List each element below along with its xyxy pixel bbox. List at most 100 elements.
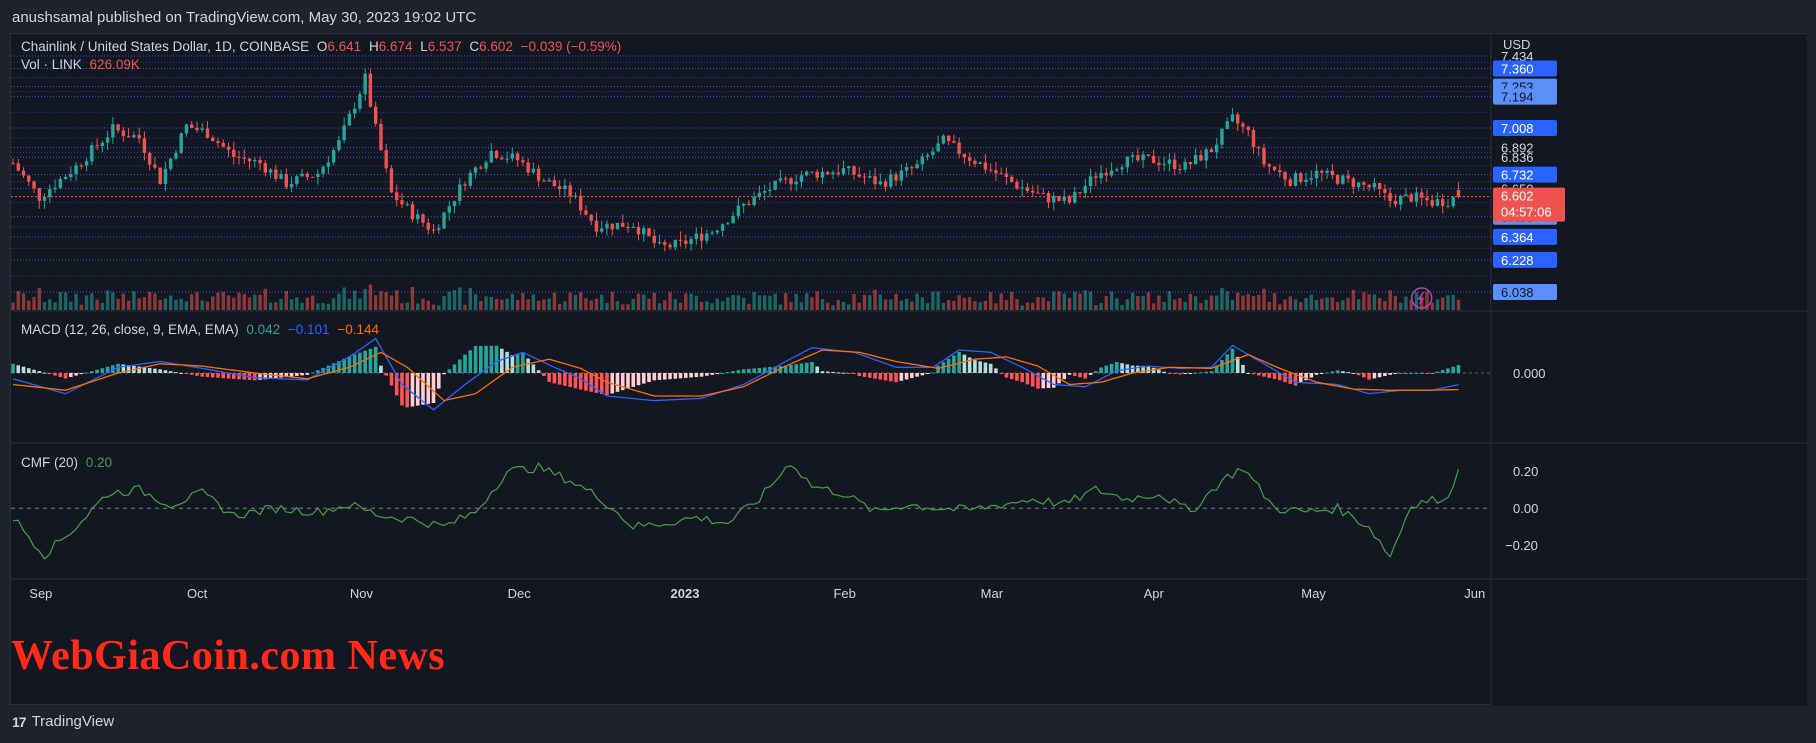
macd-histogram-bar (662, 373, 667, 380)
macd-histogram-bar (1020, 373, 1025, 383)
candle-body (205, 128, 210, 138)
candle-body (1435, 199, 1440, 206)
macd-histogram-bar (21, 366, 26, 373)
volume-bar (1204, 299, 1208, 310)
volume-bar (1304, 298, 1308, 310)
candle-body (741, 203, 746, 206)
candle-body (253, 160, 257, 162)
volume-bar (999, 293, 1003, 310)
candle-body (1257, 147, 1261, 149)
macd-histogram-bar (1157, 369, 1161, 373)
volume-bar (1141, 295, 1145, 310)
candle-body (547, 180, 551, 182)
candle-body (95, 145, 99, 147)
volume-bar (174, 299, 178, 310)
macd-histogram-bar (894, 373, 898, 383)
macd-histogram-bar (316, 370, 320, 373)
candle-body (1351, 178, 1356, 188)
volume-bar (405, 302, 409, 310)
volume-bar (841, 301, 846, 310)
volume-bar (1104, 296, 1109, 310)
candle-body (1404, 194, 1408, 196)
volume-bar (741, 297, 746, 310)
macd-histogram-bar (1146, 365, 1151, 373)
volume-bar (268, 302, 273, 310)
cmf-line (12, 461, 1460, 560)
volume-bar (610, 291, 614, 310)
chart-container[interactable]: 7.434 7.360 7.253 7.194 7.008 6.892 6.836 6.732… (10, 33, 1807, 706)
time-axis-label: Apr (1144, 586, 1165, 601)
candle-body (636, 226, 641, 235)
volume-bar (42, 302, 47, 310)
volume-value: 626.09K (89, 57, 140, 72)
volume-bar (1109, 291, 1114, 310)
macd-histogram-bar (536, 370, 541, 373)
candle-body (74, 165, 78, 175)
macd-histogram-bar (1362, 373, 1366, 378)
candle-body (705, 233, 709, 241)
macd-legend: MACD (12, 26, close, 9, EMA, EMA) 0.042 … (21, 322, 383, 337)
candle-body (84, 161, 89, 166)
volume-bar (347, 298, 352, 310)
volume-label[interactable]: Vol · LINK (21, 57, 82, 72)
volume-bar (421, 298, 425, 310)
cmf-label[interactable]: CMF (20) (21, 455, 78, 470)
price-axis-label: 6.038 (1501, 285, 1534, 300)
candle-body (310, 176, 315, 178)
macd-histogram-bar (1220, 359, 1224, 373)
volume-bar (1183, 302, 1187, 310)
candle-body (1209, 149, 1214, 153)
volume-bar (820, 299, 825, 310)
candle-body (778, 178, 783, 181)
macd-axis-label: 0.000 (1513, 366, 1546, 381)
macd-histogram-bar (705, 373, 709, 376)
symbol-title[interactable]: Chainlink / United States Dollar, 1D, CO… (21, 39, 309, 54)
macd-histogram-bar (563, 373, 567, 386)
time-axis-label: Jun (1464, 586, 1485, 601)
footer-brand[interactable]: 17 TradingView (12, 713, 114, 730)
volume-bar (263, 288, 268, 310)
candle-body (279, 173, 283, 179)
macd-histogram-bar (289, 373, 294, 377)
candle-body (121, 130, 126, 137)
volume-bar (1078, 293, 1082, 310)
macd-histogram-bar (431, 373, 436, 403)
candle-body (452, 200, 457, 207)
volume-bar (37, 287, 41, 310)
volume-bar (1057, 291, 1061, 310)
candle-body (768, 189, 772, 192)
candle-body (63, 177, 68, 180)
volume-bar (726, 297, 730, 310)
candle-body (1010, 176, 1014, 182)
macd-histogram-bar (1404, 373, 1408, 374)
candle-body (1214, 144, 1219, 153)
publisher-line: anushsamal published on TradingView.com,… (12, 9, 477, 26)
volume-bar (1441, 297, 1445, 310)
candle-body (484, 162, 488, 169)
volume-bar (1151, 303, 1156, 310)
volume-bar (63, 292, 68, 310)
volume-bar (368, 284, 373, 310)
volume-bar (673, 298, 677, 310)
volume-bar (69, 301, 73, 310)
volume-bar (258, 294, 262, 310)
candle-body (226, 146, 231, 150)
candle-body (941, 135, 946, 144)
volume-bar (205, 301, 210, 310)
candle-body (69, 174, 73, 178)
volume-bar (1220, 287, 1224, 310)
volume-bar (1283, 299, 1287, 310)
volume-bar (983, 300, 988, 310)
macd-histogram-bar (410, 373, 415, 407)
volume-bar (226, 295, 231, 310)
candle-body (936, 143, 940, 152)
macd-label[interactable]: MACD (12, 26, close, 9, EMA, EMA) (21, 322, 239, 337)
volume-bar (1435, 299, 1440, 310)
chart-canvas[interactable]: 7.4347.3607.2537.1947.0086.8926.8366.732… (11, 34, 1807, 706)
volume-bar (578, 292, 583, 310)
macd-histogram-bar (862, 373, 867, 377)
macd-histogram-bar (468, 350, 473, 373)
volume-bar (515, 300, 520, 310)
macd-histogram-bar (1330, 371, 1335, 373)
main-legend: Chainlink / United States Dollar, 1D, CO… (21, 39, 625, 54)
